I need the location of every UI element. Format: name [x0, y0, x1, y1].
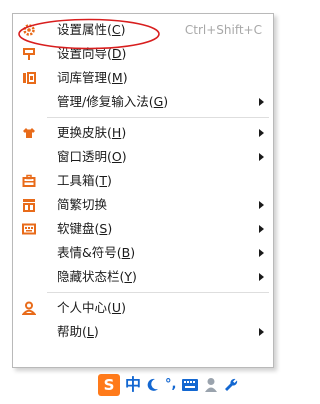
- menu-item-label: 简繁切换: [57, 197, 108, 212]
- menu-item-hide-statusbar[interactable]: 隐藏状态栏(Y): [13, 265, 273, 289]
- ime-status-bar: S 中 °,: [98, 372, 268, 398]
- submenu-arrow-icon: [259, 129, 264, 137]
- menu-item-setup-wizard[interactable]: 设置向导(D): [13, 42, 273, 66]
- menu-item-label: 帮助(L): [57, 324, 99, 339]
- user-icon: [21, 300, 37, 316]
- menu-separator: [47, 292, 269, 293]
- menu-item-help[interactable]: 帮助(L): [13, 320, 273, 344]
- chinese-mode-toggle[interactable]: 中: [125, 374, 141, 396]
- submenu-arrow-icon: [259, 328, 264, 336]
- shirt-icon: [21, 125, 37, 141]
- menu-separator: [47, 117, 269, 118]
- toolbox-icon: [21, 173, 37, 189]
- menu-item-label: 管理/修复输入法(G): [57, 94, 169, 109]
- gear-icon: [21, 22, 37, 38]
- keyboard-icon[interactable]: [181, 378, 199, 392]
- submenu-arrow-icon: [259, 225, 264, 233]
- submenu-arrow-icon: [259, 153, 264, 161]
- user-icon[interactable]: [204, 377, 218, 393]
- menu-item-emoji-symbols[interactable]: 表情&符号(B): [13, 241, 273, 265]
- submenu-arrow-icon: [259, 201, 264, 209]
- menu-item-label: 个人中心(U): [57, 300, 126, 315]
- menu-item-label: 设置属性(C): [57, 22, 126, 37]
- menu-item-label: 窗口透明(O): [57, 149, 127, 164]
- menu-item-change-skin[interactable]: 更换皮肤(H): [13, 121, 273, 145]
- wizard-icon: [21, 46, 37, 62]
- simplified-traditional-icon: [21, 197, 37, 213]
- menu-item-label: 软键盘(S): [57, 221, 113, 236]
- menu-item-shortcut: Ctrl+Shift+C: [184, 23, 262, 37]
- menu-item-label: 词库管理(M): [57, 70, 128, 85]
- menu-item-simplified-traditional[interactable]: 简繁切换: [13, 193, 273, 217]
- submenu-arrow-icon: [259, 273, 264, 281]
- punctuation-toggle[interactable]: °,: [165, 374, 176, 396]
- submenu-arrow-icon: [259, 249, 264, 257]
- menu-item-label: 表情&符号(B): [57, 245, 136, 260]
- menu-item-dictionary[interactable]: 词库管理(M): [13, 66, 273, 90]
- keyboard-icon: [21, 221, 37, 237]
- menu-item-settings[interactable]: 设置属性(C) Ctrl+Shift+C: [13, 18, 273, 42]
- menu-item-label: 隐藏状态栏(Y): [57, 269, 137, 284]
- menu-item-manage-repair[interactable]: 管理/修复输入法(G): [13, 90, 273, 114]
- menu-item-personal-center[interactable]: 个人中心(U): [13, 296, 273, 320]
- context-menu: 设置属性(C) Ctrl+Shift+C 设置向导(D) 词库管理(M) 管理/…: [12, 13, 274, 368]
- menu-item-label: 工具箱(T): [57, 173, 112, 188]
- menu-item-window-transparency[interactable]: 窗口透明(O): [13, 145, 273, 169]
- wrench-icon[interactable]: [223, 377, 239, 393]
- moon-icon[interactable]: [146, 377, 160, 393]
- menu-item-label: 设置向导(D): [57, 46, 127, 61]
- menu-item-soft-keyboard[interactable]: 软键盘(S): [13, 217, 273, 241]
- submenu-arrow-icon: [259, 98, 264, 106]
- menu-item-toolbox[interactable]: 工具箱(T): [13, 169, 273, 193]
- sogou-logo-icon[interactable]: S: [98, 374, 120, 396]
- dictionary-icon: [21, 70, 37, 86]
- menu-item-label: 更换皮肤(H): [57, 125, 127, 140]
